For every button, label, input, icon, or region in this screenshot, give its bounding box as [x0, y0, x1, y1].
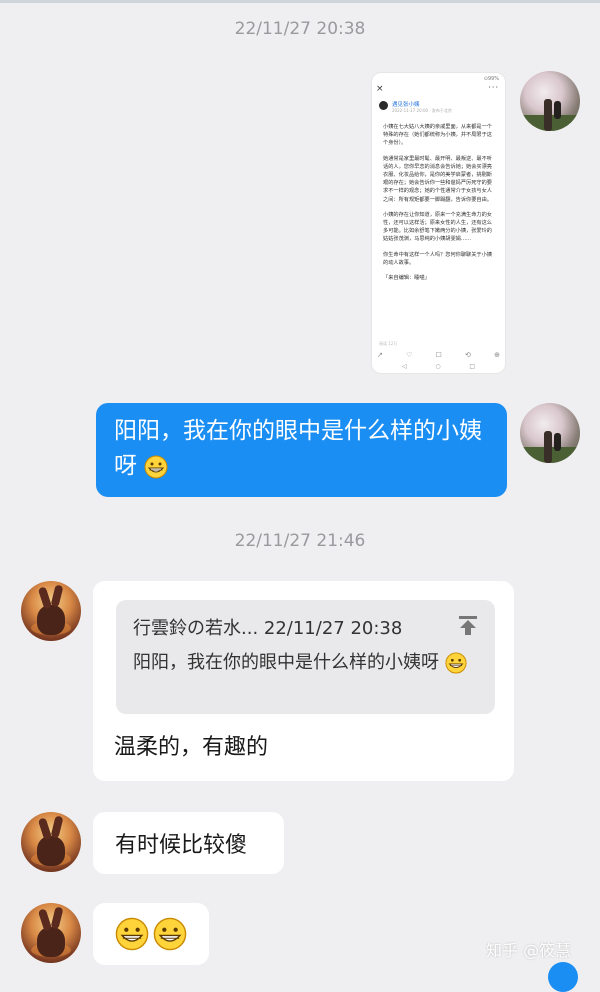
- grinning-emoji-icon: [115, 917, 149, 951]
- grinning-emoji-icon: [153, 917, 187, 951]
- incoming-message[interactable]: 行雲鈴の若水... 22/11/27 20:38 阳阳，我在你的眼中是什么样的小…: [93, 581, 514, 781]
- outgoing-message[interactable]: 阳阳，我在你的眼中是什么样的小姨呀: [96, 403, 507, 497]
- back-icon: ◁: [402, 363, 407, 370]
- read-count: 阅读 12万: [379, 341, 398, 346]
- shared-image-message[interactable]: ⊙99% × ··· 遇见张小姨 2022-11-17 20:00 · 发布于北…: [371, 72, 506, 374]
- add-icon: ⊕: [494, 351, 500, 359]
- post-body: 小姨在七大姑八大姨的亲戚里面，从来都是一个特殊的存在（她们都统称为小姨，并不局限…: [383, 123, 497, 289]
- post-paragraph: 小姨在七大姑八大姨的亲戚里面，从来都是一个特殊的存在（她们都统称为小姨，并不局限…: [383, 124, 492, 147]
- my-avatar[interactable]: [520, 403, 580, 463]
- grinning-emoji-icon: [144, 455, 168, 478]
- author-avatar: [379, 101, 388, 110]
- author-name: 遇见张小姨: [392, 102, 420, 108]
- timestamp: 22/11/27 21:46: [234, 531, 366, 551]
- jump-to-top-icon[interactable]: [457, 614, 479, 636]
- post-paragraph: 「来自编辑：睡喵」: [383, 275, 430, 282]
- more-icon: ···: [488, 83, 499, 92]
- post-toolbar: ↗ ♡ ☐ ⟲ ⊕: [377, 351, 500, 359]
- message-text: 阳阳，我在你的眼中是什么样的小姨呀: [114, 418, 482, 479]
- watermark: 知乎 @筱慧: [486, 941, 572, 960]
- post-paragraph: 她通常是家里最时髦、最开明、最叛逆、最不听话的人，您你早恋的消息会告诉她；她会买…: [383, 155, 492, 203]
- contact-avatar[interactable]: [21, 812, 81, 872]
- grinning-emoji-icon: [445, 652, 467, 674]
- status-bar: ⊙99%: [483, 76, 499, 82]
- quoted-message[interactable]: 行雲鈴の若水... 22/11/27 20:38 阳阳，我在你的眼中是什么样的小…: [116, 600, 495, 714]
- share-icon: ↗: [377, 351, 383, 359]
- contact-avatar[interactable]: [21, 581, 81, 641]
- timestamp: 22/11/27 20:38: [234, 19, 366, 39]
- refresh-icon: ⟲: [465, 351, 471, 359]
- message-text: 温柔的，有趣的: [114, 735, 269, 760]
- recents-icon: □: [469, 363, 475, 370]
- quote-header: 行雲鈴の若水... 22/11/27 20:38: [133, 618, 403, 639]
- contact-avatar[interactable]: [21, 903, 81, 963]
- post-meta: 2022-11-17 20:00 · 发布于北京: [392, 108, 452, 113]
- message-text: 有时候比较傻: [115, 833, 248, 858]
- close-icon: ×: [376, 84, 384, 94]
- quote-body: 阳阳，我在你的眼中是什么样的小姨呀: [133, 650, 473, 676]
- home-icon: ○: [435, 363, 441, 370]
- my-avatar[interactable]: [520, 71, 580, 131]
- like-icon: ♡: [406, 351, 413, 359]
- incoming-message[interactable]: 有时候比较傻: [93, 812, 284, 874]
- phone-nav: ◁ ○ □: [402, 363, 475, 370]
- new-message-indicator[interactable]: [548, 962, 578, 992]
- post-paragraph: 小姨的存在让你知道，原来一个充满生命力的女性，还可以这样活；原来女性的人生，还有…: [383, 211, 492, 243]
- comment-icon: ☐: [435, 351, 442, 359]
- incoming-emoji-message[interactable]: [93, 903, 209, 965]
- top-divider: [0, 0, 600, 3]
- post-paragraph: 你生命中有这样一个人吗？您何你聊聊关于小姨的动人故事。: [383, 251, 492, 266]
